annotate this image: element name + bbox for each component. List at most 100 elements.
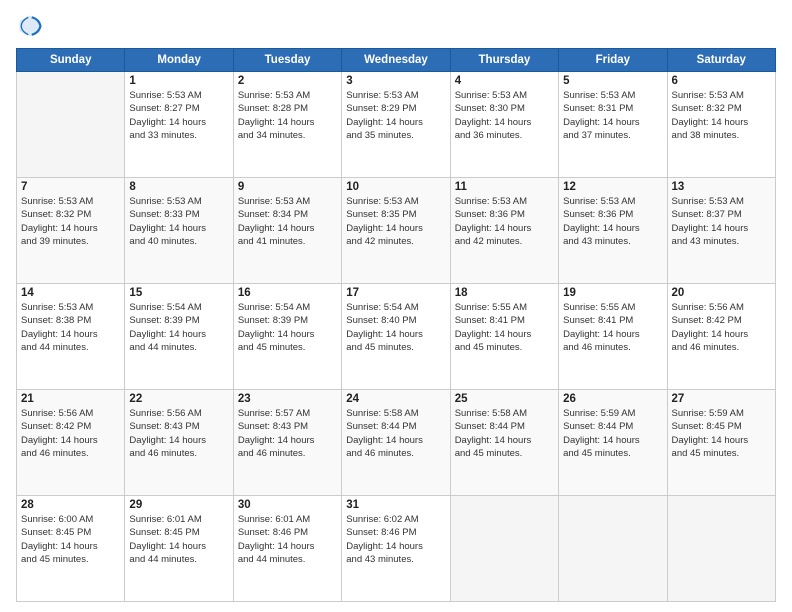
calendar-row: 1 Sunrise: 5:53 AM Sunset: 8:27 PM Daylig… xyxy=(17,72,776,178)
day-number: 8 xyxy=(129,181,228,193)
table-row: 26Sunrise: 5:59 AM Sunset: 8:44 PM Dayli… xyxy=(559,390,667,496)
day-info: Sunrise: 5:54 AM Sunset: 8:39 PM Dayligh… xyxy=(129,301,228,354)
weekday-header-row: Sunday Monday Tuesday Wednesday Thursday… xyxy=(17,49,776,72)
day-number: 3 xyxy=(346,75,445,87)
table-row: 27 Sunrise: 5:59 AM Sunset: 8:45 PM Dayli… xyxy=(667,390,775,496)
table-row: 5Sunrise: 5:53 AM Sunset: 8:31 PM Daylig… xyxy=(559,72,667,178)
day-info: Sunrise: 5:53 AM Sunset: 8:30 PM Dayligh… xyxy=(455,89,554,142)
table-row: 15 Sunrise: 5:54 AM Sunset: 8:39 PM Dayli… xyxy=(125,284,233,390)
table-row: 7 Sunrise: 5:53 AM Sunset: 8:32 PM Daylig… xyxy=(17,178,125,284)
table-row: 28Sunrise: 6:00 AM Sunset: 8:45 PM Dayli… xyxy=(17,496,125,602)
table-row: 13 Sunrise: 5:53 AM Sunset: 8:37 PM Dayli… xyxy=(667,178,775,284)
table-row: 4 Sunrise: 5:53 AM Sunset: 8:30 PM Daylig… xyxy=(450,72,558,178)
day-number: 13 xyxy=(672,181,771,193)
day-number: 15 xyxy=(129,287,228,299)
table-row: 1 Sunrise: 5:53 AM Sunset: 8:27 PM Daylig… xyxy=(125,72,233,178)
table-row: 8Sunrise: 5:53 AM Sunset: 8:33 PM Daylig… xyxy=(125,178,233,284)
day-info: Sunrise: 5:53 AM Sunset: 8:34 PM Dayligh… xyxy=(238,195,337,248)
day-info: Sunrise: 5:53 AM Sunset: 8:35 PM Dayligh… xyxy=(346,195,445,248)
header-saturday: Saturday xyxy=(667,49,775,72)
logo xyxy=(16,12,48,40)
day-number: 9 xyxy=(238,181,337,193)
day-number: 27 xyxy=(672,393,771,405)
table-row xyxy=(17,72,125,178)
day-number: 7 xyxy=(21,181,120,193)
table-row: 29 Sunrise: 6:01 AM Sunset: 8:45 PM Dayli… xyxy=(125,496,233,602)
table-row: 10 Sunrise: 5:53 AM Sunset: 8:35 PM Dayli… xyxy=(342,178,450,284)
day-info: Sunrise: 5:53 AM Sunset: 8:37 PM Dayligh… xyxy=(672,195,771,248)
table-row xyxy=(559,496,667,602)
page: Sunday Monday Tuesday Wednesday Thursday… xyxy=(0,0,792,612)
day-info: Sunrise: 5:53 AM Sunset: 8:28 PM Dayligh… xyxy=(238,89,337,142)
day-number: 10 xyxy=(346,181,445,193)
table-row: 23 Sunrise: 5:57 AM Sunset: 8:43 PM Dayli… xyxy=(233,390,341,496)
table-row: 2 Sunrise: 5:53 AM Sunset: 8:28 PM Daylig… xyxy=(233,72,341,178)
table-row: 9 Sunrise: 5:53 AM Sunset: 8:34 PM Daylig… xyxy=(233,178,341,284)
header-sunday: Sunday xyxy=(17,49,125,72)
table-row: 12 Sunrise: 5:53 AM Sunset: 8:36 PM Dayli… xyxy=(559,178,667,284)
day-info: Sunrise: 5:56 AM Sunset: 8:42 PM Dayligh… xyxy=(21,407,120,460)
day-info: Sunrise: 5:56 AM Sunset: 8:43 PM Dayligh… xyxy=(129,407,228,460)
header xyxy=(16,12,776,40)
day-number: 30 xyxy=(238,499,337,511)
day-info: Sunrise: 5:53 AM Sunset: 8:32 PM Dayligh… xyxy=(21,195,120,248)
table-row: 18 Sunrise: 5:55 AM Sunset: 8:41 PM Dayli… xyxy=(450,284,558,390)
table-row xyxy=(667,496,775,602)
day-info: Sunrise: 5:55 AM Sunset: 8:41 PM Dayligh… xyxy=(455,301,554,354)
table-row: 20Sunrise: 5:56 AM Sunset: 8:42 PM Dayli… xyxy=(667,284,775,390)
day-info: Sunrise: 5:54 AM Sunset: 8:39 PM Dayligh… xyxy=(238,301,337,354)
day-number: 16 xyxy=(238,287,337,299)
day-number: 11 xyxy=(455,181,554,193)
day-number: 23 xyxy=(238,393,337,405)
table-row xyxy=(450,496,558,602)
table-row: 17 Sunrise: 5:54 AM Sunset: 8:40 PM Dayli… xyxy=(342,284,450,390)
table-row: 16 Sunrise: 5:54 AM Sunset: 8:39 PM Dayli… xyxy=(233,284,341,390)
day-number: 20 xyxy=(672,287,771,299)
day-number: 1 xyxy=(129,75,228,87)
table-row: 3Sunrise: 5:53 AM Sunset: 8:29 PM Daylig… xyxy=(342,72,450,178)
day-number: 25 xyxy=(455,393,554,405)
table-row: 24 Sunrise: 5:58 AM Sunset: 8:44 PM Dayli… xyxy=(342,390,450,496)
table-row: 25 Sunrise: 5:58 AM Sunset: 8:44 PM Dayli… xyxy=(450,390,558,496)
day-number: 21 xyxy=(21,393,120,405)
day-number: 28 xyxy=(21,499,120,511)
day-info: Sunrise: 5:54 AM Sunset: 8:40 PM Dayligh… xyxy=(346,301,445,354)
day-number: 18 xyxy=(455,287,554,299)
day-info: Sunrise: 5:59 AM Sunset: 8:44 PM Dayligh… xyxy=(563,407,662,460)
calendar-row: 28Sunrise: 6:00 AM Sunset: 8:45 PM Dayli… xyxy=(17,496,776,602)
day-number: 17 xyxy=(346,287,445,299)
header-monday: Monday xyxy=(125,49,233,72)
day-number: 12 xyxy=(563,181,662,193)
table-row: 14Sunrise: 5:53 AM Sunset: 8:38 PM Dayli… xyxy=(17,284,125,390)
day-info: Sunrise: 6:01 AM Sunset: 8:46 PM Dayligh… xyxy=(238,513,337,566)
table-row: 30 Sunrise: 6:01 AM Sunset: 8:46 PM Dayli… xyxy=(233,496,341,602)
day-info: Sunrise: 5:53 AM Sunset: 8:36 PM Dayligh… xyxy=(563,195,662,248)
day-info: Sunrise: 5:58 AM Sunset: 8:44 PM Dayligh… xyxy=(346,407,445,460)
day-info: Sunrise: 5:53 AM Sunset: 8:31 PM Dayligh… xyxy=(563,89,662,142)
day-info: Sunrise: 6:01 AM Sunset: 8:45 PM Dayligh… xyxy=(129,513,228,566)
day-number: 24 xyxy=(346,393,445,405)
logo-icon xyxy=(16,12,44,40)
calendar-row: 7 Sunrise: 5:53 AM Sunset: 8:32 PM Daylig… xyxy=(17,178,776,284)
day-number: 22 xyxy=(129,393,228,405)
day-info: Sunrise: 5:55 AM Sunset: 8:41 PM Dayligh… xyxy=(563,301,662,354)
table-row: 21 Sunrise: 5:56 AM Sunset: 8:42 PM Dayli… xyxy=(17,390,125,496)
day-info: Sunrise: 5:53 AM Sunset: 8:38 PM Dayligh… xyxy=(21,301,120,354)
day-number: 4 xyxy=(455,75,554,87)
calendar-row: 14Sunrise: 5:53 AM Sunset: 8:38 PM Dayli… xyxy=(17,284,776,390)
day-info: Sunrise: 5:53 AM Sunset: 8:27 PM Dayligh… xyxy=(129,89,228,142)
header-wednesday: Wednesday xyxy=(342,49,450,72)
table-row: 31 Sunrise: 6:02 AM Sunset: 8:46 PM Dayli… xyxy=(342,496,450,602)
day-number: 6 xyxy=(672,75,771,87)
table-row: 11Sunrise: 5:53 AM Sunset: 8:36 PM Dayli… xyxy=(450,178,558,284)
day-number: 31 xyxy=(346,499,445,511)
day-info: Sunrise: 5:59 AM Sunset: 8:45 PM Dayligh… xyxy=(672,407,771,460)
day-info: Sunrise: 5:57 AM Sunset: 8:43 PM Dayligh… xyxy=(238,407,337,460)
table-row: 22 Sunrise: 5:56 AM Sunset: 8:43 PM Dayli… xyxy=(125,390,233,496)
day-number: 2 xyxy=(238,75,337,87)
day-number: 29 xyxy=(129,499,228,511)
day-info: Sunrise: 5:58 AM Sunset: 8:44 PM Dayligh… xyxy=(455,407,554,460)
header-tuesday: Tuesday xyxy=(233,49,341,72)
day-number: 19 xyxy=(563,287,662,299)
day-info: Sunrise: 6:02 AM Sunset: 8:46 PM Dayligh… xyxy=(346,513,445,566)
